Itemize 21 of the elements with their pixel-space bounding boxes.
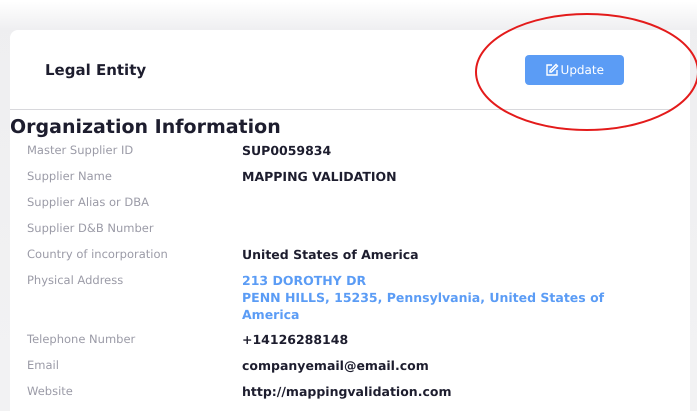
- section-title: Legal Entity: [45, 60, 146, 78]
- field-label: Supplier Alias or DBA: [27, 194, 150, 209]
- field-label: Master Supplier ID: [27, 142, 134, 157]
- address-line: PENN HILLS, 15235, Pennsylvania, United States of America: [242, 289, 606, 323]
- field-value: +14126288148: [242, 331, 350, 347]
- field-label: Website: [27, 383, 74, 398]
- field-label: Supplier Name: [27, 168, 113, 183]
- address-line: 213 DOROTHY DR: [242, 272, 368, 289]
- edit-icon: [544, 62, 559, 76]
- update-button[interactable]: Update: [524, 54, 624, 84]
- field-label: Physical Address: [27, 272, 124, 287]
- section-heading: Organization Information: [10, 116, 282, 138]
- field-label: Telephone Number: [27, 331, 136, 346]
- field-label: Supplier D&B Number: [27, 220, 155, 235]
- field-value: United States of America: [242, 246, 420, 262]
- field-value: http://mappingvalidation.com: [242, 383, 452, 399]
- field-label: Email: [27, 357, 60, 372]
- field-label: Country of incorporation: [27, 246, 169, 261]
- field-value: companyemail@email.com: [242, 357, 430, 373]
- field-value: MAPPING VALIDATION: [242, 168, 398, 184]
- field-value: SUP0059834: [242, 142, 332, 158]
